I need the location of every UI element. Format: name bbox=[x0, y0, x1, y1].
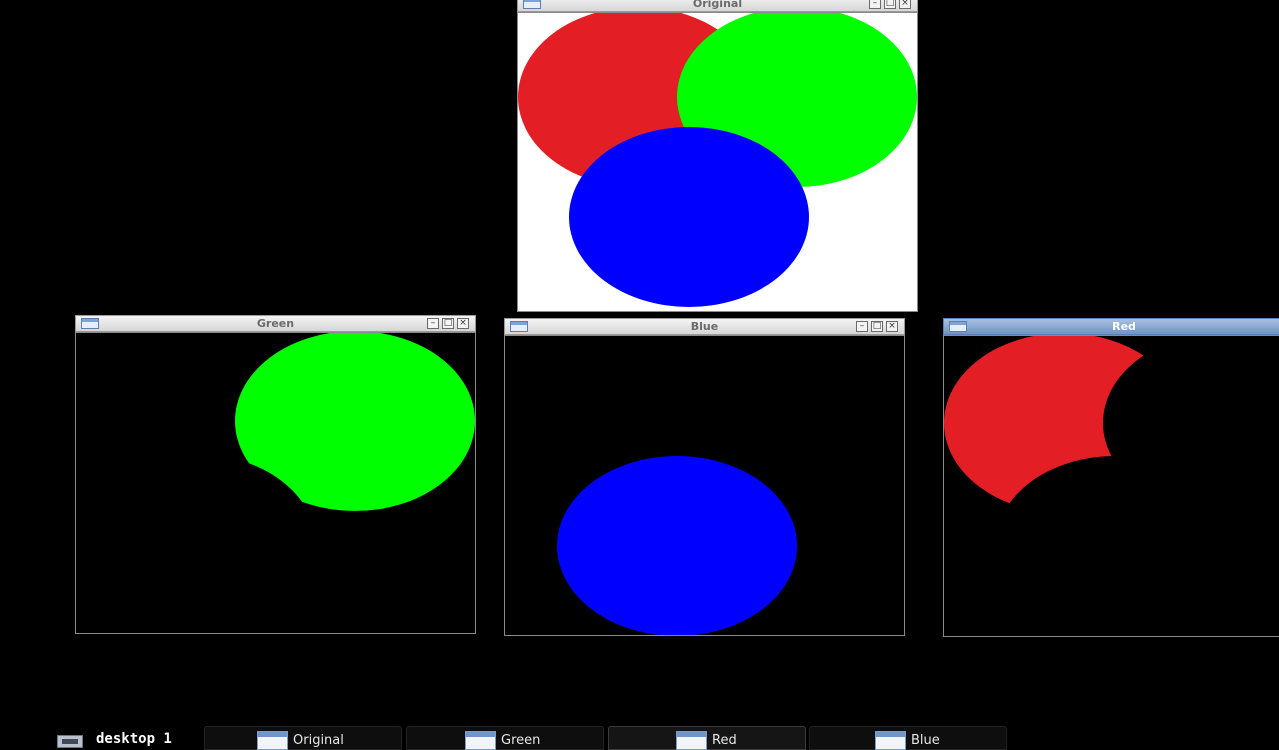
close-button[interactable]: × bbox=[899, 0, 911, 9]
task-red[interactable]: Red bbox=[608, 726, 806, 750]
blue-channel-image bbox=[557, 456, 797, 635]
window-blue-canvas bbox=[504, 335, 905, 636]
task-original[interactable]: Original bbox=[204, 726, 402, 750]
maximize-button[interactable]: □ bbox=[442, 318, 454, 329]
minimize-button[interactable]: – bbox=[856, 321, 868, 332]
red-channel-image bbox=[944, 336, 1184, 513]
green-channel-image bbox=[235, 333, 475, 511]
desktop-switcher-icon[interactable] bbox=[57, 735, 83, 748]
window-red-titlebar[interactable]: Red bbox=[943, 318, 1279, 335]
window-original-canvas bbox=[517, 12, 918, 312]
window-icon bbox=[676, 731, 707, 750]
close-button[interactable]: × bbox=[886, 321, 898, 332]
task-label: Green bbox=[501, 733, 541, 748]
window-icon bbox=[875, 731, 906, 750]
minimize-button[interactable]: – bbox=[427, 318, 439, 329]
window-green[interactable]: Green – □ × bbox=[75, 315, 476, 634]
window-green-titlebar[interactable]: Green – □ × bbox=[75, 315, 476, 332]
window-red-title: Red bbox=[1112, 320, 1136, 333]
task-green[interactable]: Green bbox=[406, 726, 604, 750]
blue-circle bbox=[557, 456, 797, 635]
window-original-title: Original bbox=[692, 0, 743, 10]
window-icon bbox=[465, 731, 496, 750]
task-label: Original bbox=[293, 733, 344, 748]
window-red-canvas bbox=[943, 335, 1279, 637]
task-blue[interactable]: Blue bbox=[809, 726, 1007, 750]
task-label: Blue bbox=[911, 733, 940, 748]
blue-circle bbox=[569, 127, 809, 307]
desktop-label[interactable]: desktop 1 bbox=[96, 731, 172, 747]
window-green-canvas bbox=[75, 332, 476, 634]
task-label: Red bbox=[712, 733, 737, 748]
window-blue-title: Blue bbox=[690, 320, 719, 333]
window-original[interactable]: Original – □ × bbox=[517, 0, 918, 312]
maximize-button[interactable]: □ bbox=[884, 0, 896, 9]
green-circle bbox=[235, 333, 475, 511]
minimize-button[interactable]: – bbox=[869, 0, 881, 9]
window-icon bbox=[257, 731, 288, 750]
window-blue[interactable]: Blue – □ × bbox=[504, 318, 905, 636]
window-red[interactable]: Red bbox=[943, 318, 1279, 637]
window-original-titlebar[interactable]: Original – □ × bbox=[517, 0, 918, 12]
close-button[interactable]: × bbox=[457, 318, 469, 329]
original-image bbox=[518, 13, 917, 307]
red-circle bbox=[944, 336, 1184, 513]
taskbar: desktop 1 Original Green Red Blue bbox=[0, 725, 1279, 750]
window-green-title: Green bbox=[256, 317, 295, 330]
window-blue-titlebar[interactable]: Blue – □ × bbox=[504, 318, 905, 335]
maximize-button[interactable]: □ bbox=[871, 321, 883, 332]
